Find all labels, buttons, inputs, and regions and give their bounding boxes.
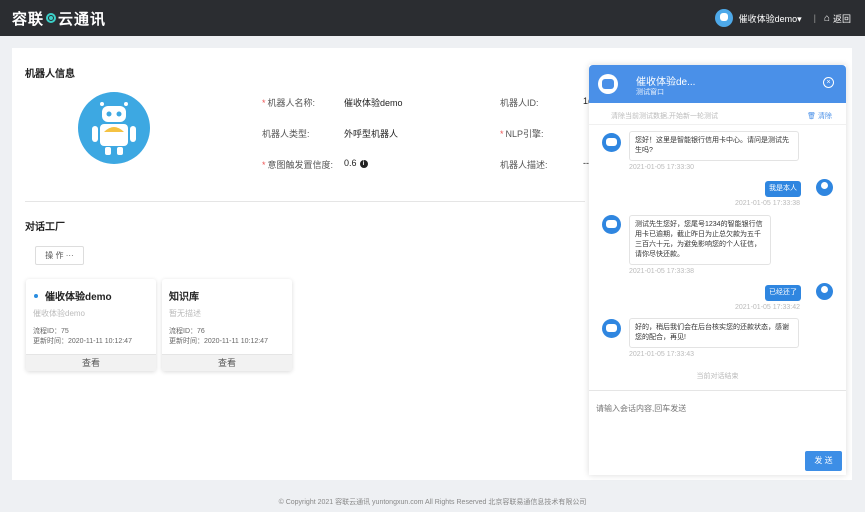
chat-robot-name: 催收体验de... <box>636 77 696 88</box>
intent-threshold-label: * 意图触发置信度: <box>262 160 334 170</box>
back-link[interactable]: 返回 <box>833 12 851 25</box>
section-divider <box>25 201 585 202</box>
close-icon[interactable]: × <box>823 77 834 88</box>
info-icon[interactable]: i <box>359 159 368 168</box>
logo-dot-icon <box>46 13 57 23</box>
nlp-engine-label: * NLP引擎: <box>500 129 544 139</box>
logo-text-right: 云通讯 <box>58 10 107 28</box>
robot-id-label: 机器人ID: <box>500 98 539 108</box>
message-time: 2021-01-05 17:33:30 <box>629 164 694 171</box>
message-time: 2021-01-05 17:33:43 <box>629 351 694 358</box>
user-avatar-icon <box>816 283 833 300</box>
flow-card-view-button[interactable]: 查看 <box>26 354 156 371</box>
bot-message: 测试先生您好，您尾号1234的智能银行信用卡已逾期，截止昨日为止总欠款为五千三百… <box>629 215 771 265</box>
robot-name-value: 催收体验demo <box>344 98 403 108</box>
bot-avatar-icon <box>602 133 621 152</box>
brand-logo[interactable]: 容联 云通讯 <box>12 8 106 29</box>
chat-robot-icon <box>598 74 618 94</box>
flow-card[interactable]: 知识库 暂无描述 流程ID：76 更新时间：2020-11-11 10:12:4… <box>162 279 292 371</box>
chat-header: 催收体验de... 测试窗口 × <box>589 65 846 103</box>
flow-card-title: 知识库 <box>169 292 199 303</box>
bot-message: 好的，稍后我们会在后台核实您的还款状态，感谢您的配合，再见! <box>629 318 799 348</box>
flow-card-id: 流程ID：76 <box>169 328 205 335</box>
footer-copyright: © Copyright 2021 容联云通讯 yuntongxun.com Al… <box>278 499 587 506</box>
robot-avatar-icon <box>78 92 150 164</box>
flow-card[interactable]: 催收体验demo 催收体验demo 流程ID：75 更新时间：2020-11-1… <box>26 279 156 371</box>
logo-text-left: 容联 <box>12 10 45 28</box>
flow-card-title: 催收体验demo <box>34 288 112 303</box>
bot-avatar-icon <box>602 319 621 338</box>
active-dot-icon <box>34 293 38 298</box>
top-separator: | <box>813 13 816 23</box>
chat-input-area: 发 送 <box>589 390 846 475</box>
bot-message: 您好！这里是智能银行信用卡中心。请问是测试先生吗? <box>629 131 799 161</box>
user-avatar-icon[interactable] <box>714 9 733 27</box>
message-time: 2021-01-05 17:33:42 <box>735 304 800 311</box>
robot-desc-label: 机器人描述: <box>500 160 548 170</box>
user-message: 已经还了 <box>765 285 801 301</box>
flow-card-id: 流程ID：75 <box>33 328 69 335</box>
robot-type-label: 机器人类型: <box>262 129 310 139</box>
chat-reset-tip: 清除当前测试数据,开始新一轮测试 <box>611 113 718 120</box>
operation-button[interactable]: 操 作 ··· <box>35 246 84 265</box>
chat-end-notice: 当前对话结束 <box>696 373 739 380</box>
chat-message-input[interactable] <box>596 404 836 413</box>
test-chat-window: 催收体验de... 测试窗口 × 清除当前测试数据,开始新一轮测试 🗑 清除 您… <box>589 65 846 475</box>
send-button[interactable]: 发 送 <box>805 451 842 471</box>
user-message: 我是本人 <box>765 181 801 197</box>
flow-card-updated: 更新时间：2020-11-11 10:12:47 <box>169 338 268 345</box>
clear-button[interactable]: 🗑 清除 <box>807 111 832 121</box>
user-avatar-icon <box>816 179 833 196</box>
chat-subtitle: 测试窗口 <box>636 89 664 96</box>
message-time: 2021-01-05 17:33:38 <box>735 200 800 207</box>
message-time: 2021-01-05 17:33:38 <box>629 268 694 275</box>
chat-tip-divider <box>589 124 846 125</box>
robot-info-title: 机器人信息 <box>25 69 75 80</box>
flow-card-desc: 催收体验demo <box>33 309 86 318</box>
robot-name-label: * 机器人名称: <box>262 98 316 108</box>
home-icon[interactable]: ⌂ <box>824 13 830 24</box>
dialog-factory-title: 对话工厂 <box>25 222 65 233</box>
flow-card-desc: 暂无描述 <box>169 309 201 318</box>
robot-type-value: 外呼型机器人 <box>344 129 399 139</box>
intent-threshold-value: 0.6 i <box>344 158 368 168</box>
flow-card-updated: 更新时间：2020-11-11 10:12:47 <box>33 338 132 345</box>
user-menu[interactable]: 催收体验demo▾ <box>739 12 802 25</box>
bot-avatar-icon <box>602 215 621 234</box>
trash-icon: 🗑 <box>807 113 817 120</box>
top-bar: 容联 云通讯 催收体验demo▾ | ⌂ 返回 <box>0 0 865 36</box>
flow-card-view-button[interactable]: 查看 <box>162 354 292 371</box>
